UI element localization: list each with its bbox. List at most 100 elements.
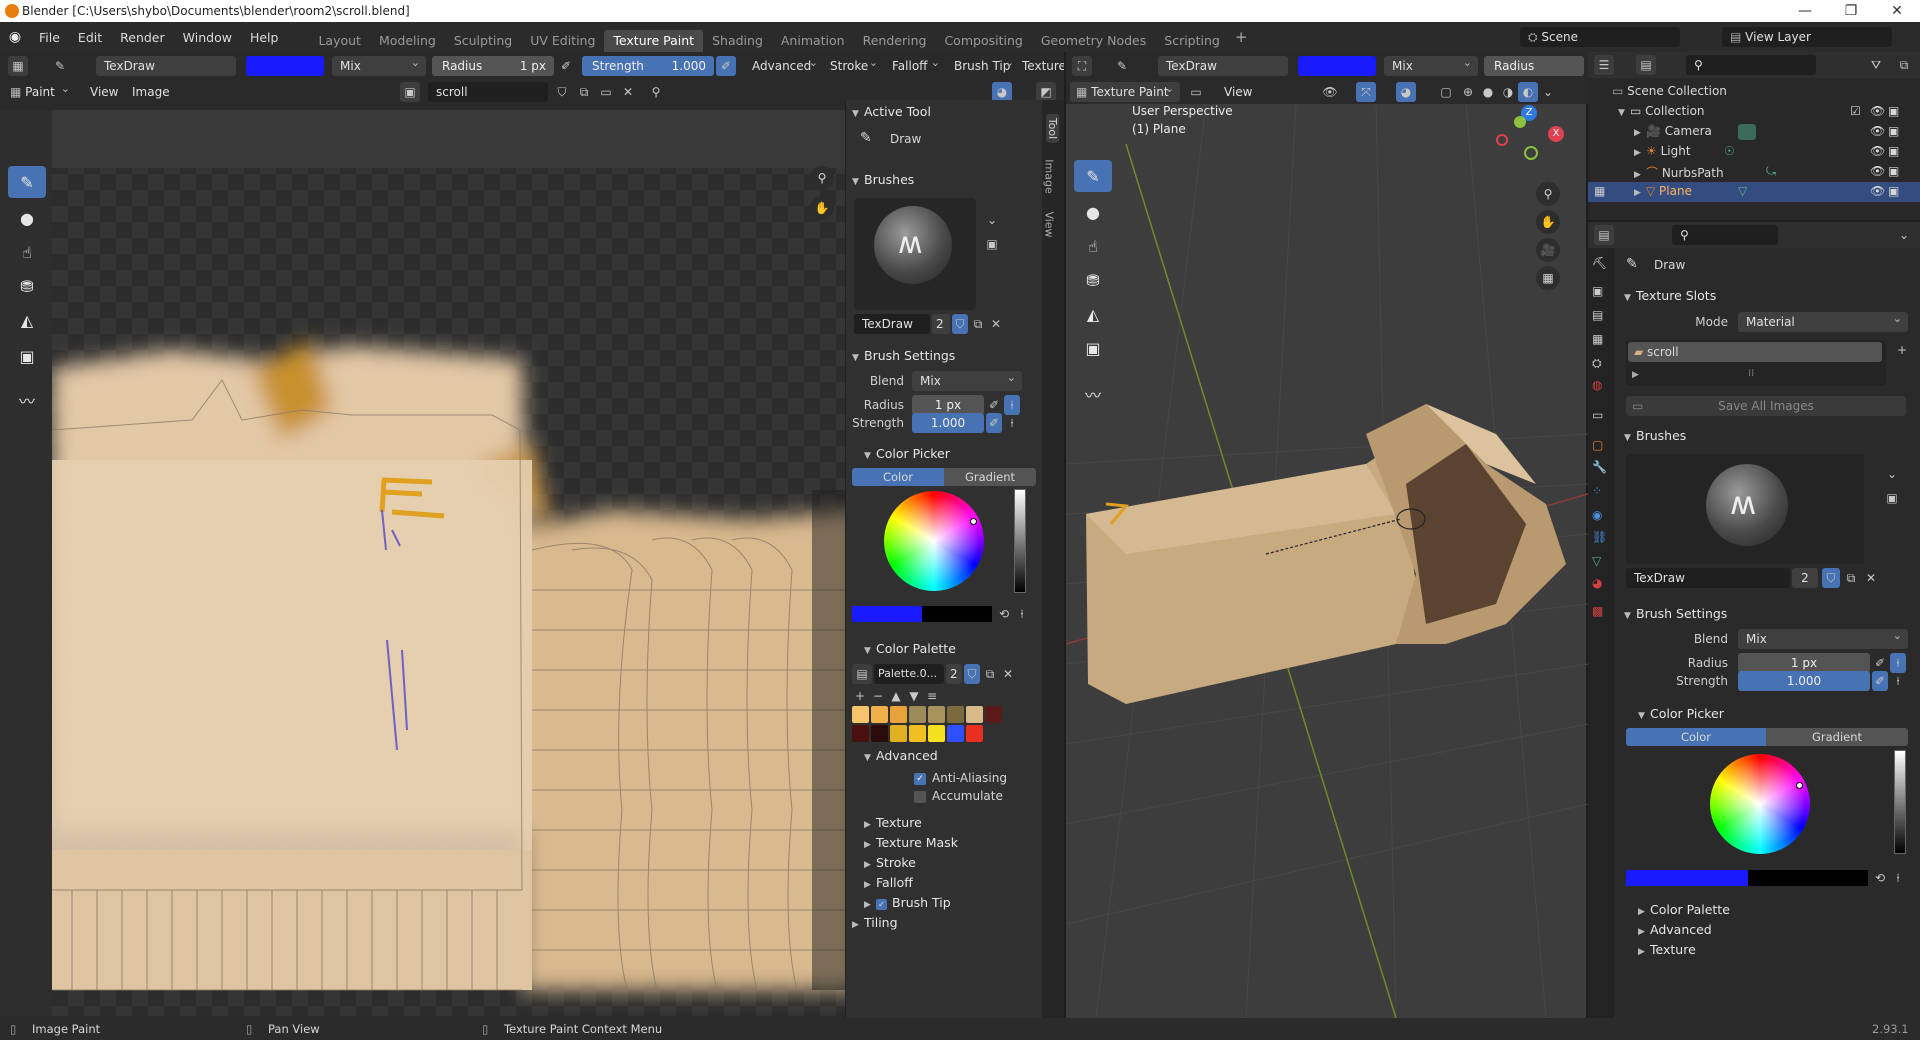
pin-icon[interactable]: ⚲	[646, 82, 666, 102]
advanced-dropdown[interactable]: Advanced	[744, 53, 824, 76]
scene-selector[interactable]: ⛭ Scene	[1520, 27, 1680, 47]
tab-animation[interactable]: Animation	[772, 30, 854, 52]
solid-shading-icon[interactable]: ●	[1478, 82, 1498, 102]
zoom-icon[interactable]: ⚲	[810, 166, 834, 190]
props-color-pressure-icon[interactable]: ⍿	[1890, 868, 1906, 888]
palette-fake-user-icon[interactable]: ⛉	[964, 664, 980, 684]
props-brushes-header[interactable]: ▼ Brushes	[1624, 428, 1686, 443]
menu-image[interactable]: Image	[124, 82, 178, 102]
props-brush-menu-icon[interactable]: ⌄	[1882, 464, 1902, 484]
fill-tool-button[interactable]: ◭	[8, 304, 46, 336]
viewport-editor-type-icon[interactable]: ⛶	[1072, 56, 1092, 76]
tab-sculpting[interactable]: Sculpting	[445, 30, 521, 52]
draw-tool-button[interactable]: ✎	[8, 166, 46, 198]
outliner-display-mode-icon[interactable]: ▤	[1636, 55, 1656, 75]
list-resize-handle[interactable]: ⁞⁞	[1748, 368, 1754, 379]
unlink-image-icon[interactable]: ✕	[618, 82, 638, 102]
stroke-dropdown[interactable]: Stroke	[822, 53, 884, 76]
texture-dropdown[interactable]: Texture	[1018, 56, 1066, 76]
perspective-toggle-icon[interactable]: ▦	[1536, 266, 1560, 290]
palette-remove-icon[interactable]: −	[870, 686, 886, 706]
tab-view[interactable]: View	[1043, 211, 1056, 237]
radius-pressure-icon[interactable]: ✐	[986, 395, 1002, 415]
view-layer-selector[interactable]: ▤ View Layer	[1722, 27, 1892, 47]
brush-tip-dropdown[interactable]: Brush Tip	[946, 53, 1020, 76]
menu-render[interactable]: Render	[111, 30, 174, 45]
mask-tool-button[interactable]: ▣	[8, 340, 46, 372]
object-tab-icon[interactable]: ▢	[1592, 438, 1603, 452]
color-picker-header[interactable]: ▼ Color Picker	[864, 446, 950, 461]
tab-tool[interactable]: Tool	[1046, 113, 1060, 144]
maximize-button[interactable]: ❐	[1828, 0, 1874, 22]
palette-add-icon[interactable]: +	[852, 686, 868, 706]
texture-slot-item[interactable]: ▰ scroll	[1628, 342, 1882, 362]
palette-swatch[interactable]	[852, 725, 869, 742]
nurbspath-render-icon[interactable]: ▣	[1888, 164, 1899, 178]
viewport-blend-selector[interactable]: Mix	[1384, 53, 1478, 76]
brush-tip-checkbox[interactable]: ✓	[876, 899, 887, 910]
unlink-brush-icon[interactable]: ✕	[988, 314, 1004, 334]
outliner-collection[interactable]: ▼ ▭ Collection ☑ 👁 ▣	[1618, 104, 1918, 118]
brush-tip-header[interactable]: ▶ ✓ Brush Tip	[864, 895, 951, 910]
brush-image-icon[interactable]: ▣	[982, 234, 1002, 254]
menu-file[interactable]: File	[30, 30, 69, 45]
props-radius-unit-icon[interactable]: ⍿	[1890, 653, 1906, 673]
color-tab[interactable]: Color	[852, 468, 944, 486]
radius-unit-icon[interactable]: ⍿	[1004, 395, 1020, 415]
props-color-tab[interactable]: Color	[1626, 728, 1766, 746]
viewport-clone-tool[interactable]: ⛃	[1074, 264, 1112, 296]
menu-window[interactable]: Window	[174, 30, 241, 45]
tab-modeling[interactable]: Modeling	[370, 30, 445, 52]
advanced-header[interactable]: ▼ Advanced	[864, 748, 938, 763]
color-wheel[interactable]	[884, 491, 984, 591]
outliner-item-camera[interactable]: ▶ 🎥 Camera 👁 ▣	[1634, 124, 1918, 140]
tab-texture-paint[interactable]: Texture Paint	[604, 30, 704, 52]
viewport-scene[interactable]: User Perspective (1) Plane Z X ⚲ ✋ 🎥 ▦	[1066, 104, 1588, 1018]
props-unlink-brush-icon[interactable]: ✕	[1862, 568, 1880, 588]
close-button[interactable]: ✕	[1874, 0, 1920, 22]
properties-search[interactable]: ⚲	[1672, 225, 1778, 245]
gizmo-neg-y-axis[interactable]	[1514, 116, 1526, 128]
props-brush-preview[interactable]: ʍ	[1626, 454, 1864, 564]
palette-duplicate-icon[interactable]: ⧉	[982, 664, 998, 684]
viewport-menu-view[interactable]: View	[1216, 82, 1260, 102]
props-radius-pressure-icon[interactable]: ✐	[1872, 653, 1888, 673]
tool-tab-icon[interactable]: ⛏	[1592, 256, 1607, 270]
blend-field[interactable]: Mix	[912, 368, 1022, 391]
save-all-images-button[interactable]: ▭ Save All Images	[1626, 396, 1906, 416]
menu-view[interactable]: View	[82, 82, 126, 102]
props-swap-colors-icon[interactable]: ⟲	[1872, 868, 1888, 888]
visibility-icon[interactable]: 👁	[1320, 82, 1340, 102]
strength-pressure-icon-2[interactable]: ✐	[986, 413, 1002, 433]
tab-rendering[interactable]: Rendering	[854, 30, 936, 52]
clone-tool-button[interactable]: ⛃	[8, 270, 46, 302]
blend-selector[interactable]: Mix	[332, 53, 426, 76]
falloff-header[interactable]: ▶ Falloff	[864, 875, 913, 890]
palette-swatch[interactable]	[890, 725, 907, 742]
viewport-brush-selector[interactable]: TexDraw	[1158, 56, 1288, 76]
outliner-editor-type-icon[interactable]: ☰	[1594, 55, 1614, 75]
props-gradient-tab[interactable]: Gradient	[1766, 728, 1908, 746]
value-slider[interactable]	[1014, 489, 1026, 593]
material-tab-icon[interactable]: ◕	[1592, 576, 1602, 590]
props-value-slider[interactable]	[1894, 750, 1906, 854]
viewport-color-swatch[interactable]	[1298, 56, 1376, 76]
camera-view-icon[interactable]: 🎥	[1536, 238, 1560, 262]
smear-tool-button[interactable]: ☝	[8, 236, 46, 268]
image-browse-icon[interactable]: ▣	[400, 82, 420, 102]
pressure-icon[interactable]: ✐	[556, 56, 576, 76]
props-brush-settings-header[interactable]: ▼ Brush Settings	[1624, 606, 1727, 621]
blender-menu-icon[interactable]: ◉	[0, 29, 30, 45]
gizmo-icon[interactable]: ⤧	[1356, 82, 1376, 102]
accumulate-checkbox[interactable]	[914, 791, 926, 803]
palette-swatch[interactable]	[928, 725, 945, 742]
new-collection-icon[interactable]: ⧉	[1894, 55, 1914, 75]
add-workspace-icon[interactable]: +	[1235, 28, 1248, 46]
palette-swatch[interactable]	[909, 725, 926, 742]
falloff-dropdown[interactable]: Falloff	[884, 53, 946, 76]
light-render-icon[interactable]: ▣	[1888, 144, 1899, 158]
brush-settings-header[interactable]: ▼ Brush Settings	[852, 348, 955, 363]
props-color-picker-header[interactable]: ▼ Color Picker	[1638, 706, 1724, 721]
outliner-scene-collection[interactable]: ▭ Scene Collection	[1612, 84, 1727, 98]
viewport-pan-icon[interactable]: ✋	[1536, 210, 1560, 234]
